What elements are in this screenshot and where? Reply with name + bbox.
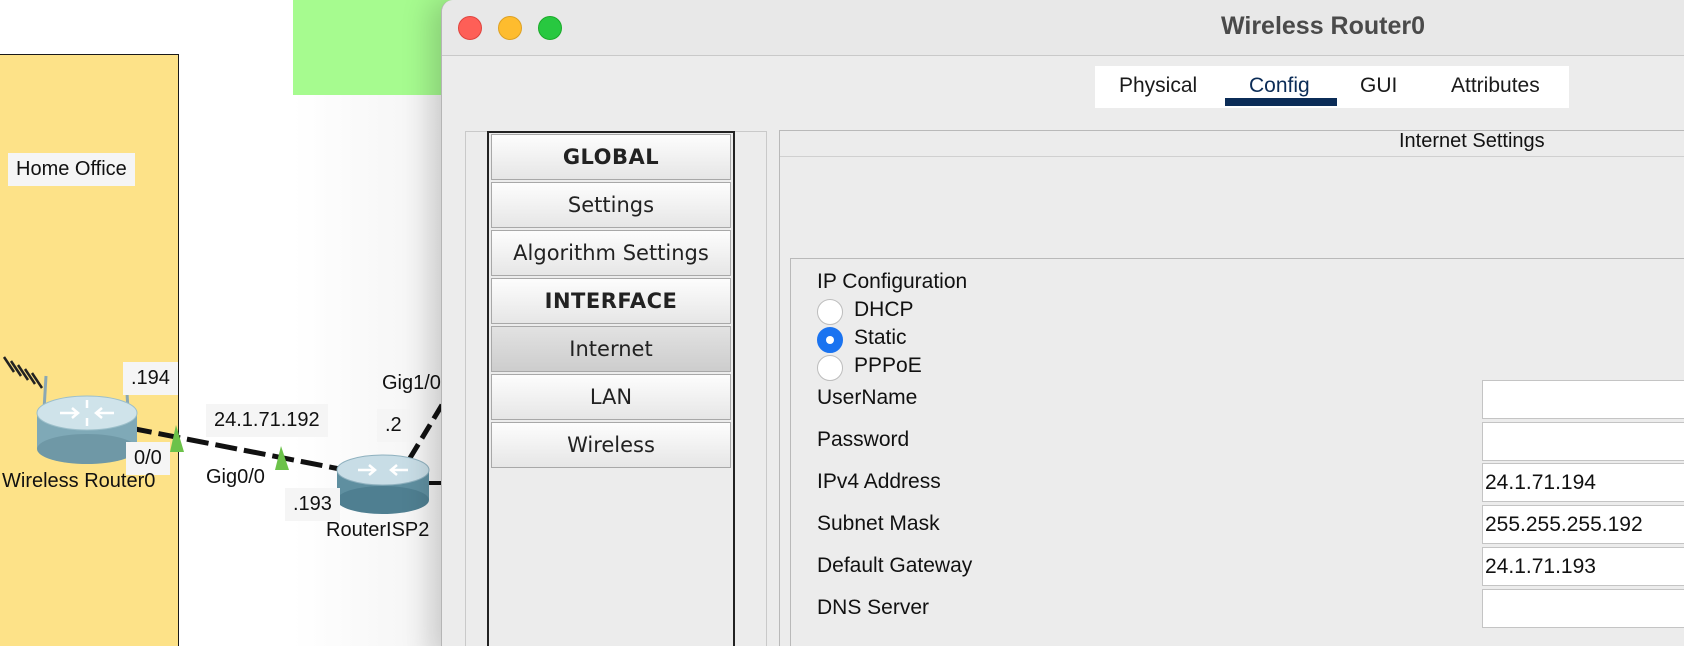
password-label: Password	[817, 428, 910, 451]
isp-port-up-label: Gig1/0	[382, 372, 441, 394]
nav-header-global: GLOBAL	[491, 134, 731, 180]
wireless-router-icon	[36, 375, 138, 464]
home-office-label: Home Office	[8, 153, 135, 186]
tab-bar: Physical Config GUI Attributes	[1095, 66, 1569, 108]
radio-pppoe[interactable]	[817, 355, 843, 381]
username-field[interactable]	[1482, 380, 1684, 419]
tab-gui[interactable]: GUI	[1360, 74, 1397, 98]
window-maximize-button[interactable]	[538, 16, 562, 40]
isp-port-left-label: Gig0/0	[206, 466, 265, 488]
radio-static-label[interactable]: Static	[854, 326, 907, 350]
nav-item-lan[interactable]: LAN	[491, 374, 731, 420]
window-titlebar[interactable]: Wireless Router0	[442, 0, 1684, 56]
radio-dhcp[interactable]	[817, 299, 843, 325]
ipv4-address-field[interactable]	[1482, 463, 1684, 502]
window-close-button[interactable]	[458, 16, 482, 40]
wireless-router-ip-label: .194	[123, 362, 178, 395]
wireless-signal-icon	[2, 356, 44, 389]
nav-header-interface: INTERFACE	[491, 278, 731, 324]
tab-config[interactable]: Config	[1249, 74, 1310, 98]
link-network-label: 24.1.71.192	[206, 404, 328, 437]
window-minimize-button[interactable]	[498, 16, 522, 40]
subnet-mask-label: Subnet Mask	[817, 512, 940, 535]
nav-item-settings[interactable]: Settings	[491, 182, 731, 228]
radio-static[interactable]	[817, 327, 843, 353]
tab-physical[interactable]: Physical	[1119, 74, 1197, 98]
panel-divider	[780, 156, 1684, 157]
isp-router-icon	[336, 454, 430, 514]
ipv4-address-label: IPv4 Address	[817, 470, 941, 493]
radio-dhcp-label[interactable]: DHCP	[854, 298, 914, 322]
dns-server-field[interactable]	[1482, 589, 1684, 628]
isp-router-name: RouterISP2	[326, 519, 430, 541]
subnet-mask-field[interactable]	[1482, 505, 1684, 544]
nav-item-internet[interactable]: Internet	[491, 326, 731, 372]
default-gateway-field[interactable]	[1482, 547, 1684, 586]
config-nav-list[interactable]: GLOBAL Settings Algorithm Settings INTER…	[487, 131, 735, 646]
tab-attributes[interactable]: Attributes	[1451, 74, 1540, 98]
nav-item-wireless[interactable]: Wireless	[491, 422, 731, 468]
dns-server-label: DNS Server	[817, 596, 930, 619]
ip-configuration-label: IP Configuration	[817, 270, 968, 293]
default-gateway-label: Default Gateway	[817, 554, 973, 577]
nav-item-algorithm-settings[interactable]: Algorithm Settings	[491, 230, 731, 276]
username-label: UserName	[817, 386, 918, 409]
window-title: Wireless Router0	[1221, 12, 1426, 40]
isp-ip-up-label: .2	[377, 409, 410, 442]
link-isp-to-upstream	[407, 398, 448, 460]
password-field[interactable]	[1482, 422, 1684, 461]
radio-pppoe-label[interactable]: PPPoE	[854, 354, 922, 378]
tab-active-indicator	[1225, 98, 1337, 106]
panel-title: Internet Settings	[1399, 130, 1545, 152]
isp-ip-left-label: .193	[285, 488, 340, 521]
wireless-router-name: Wireless Router0	[2, 470, 156, 492]
